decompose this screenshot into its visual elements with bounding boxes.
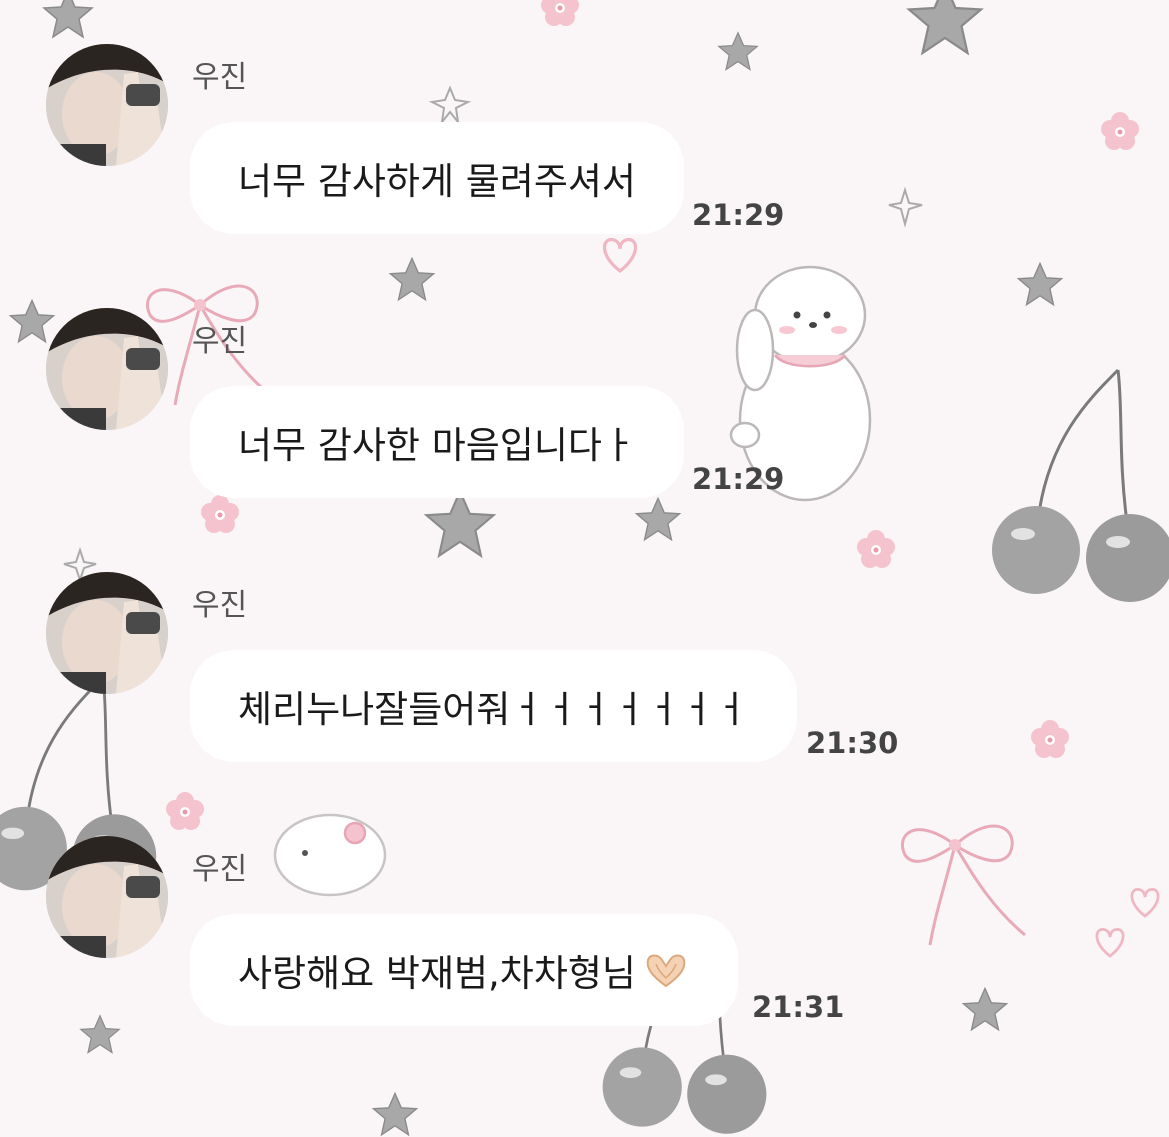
sender-name: 우진: [192, 60, 248, 95]
avatar-image: [46, 308, 168, 430]
avatar[interactable]: [46, 836, 168, 958]
avatar[interactable]: [46, 572, 168, 694]
message-bubble[interactable]: 체리누나잘들어줘ㅓㅓㅓㅓㅓㅓㅓ: [190, 650, 797, 762]
avatar-image: [46, 836, 168, 958]
message-text: 사랑해요 박재범,차차형님: [238, 952, 636, 995]
message-bubble[interactable]: 너무 감사한 마음입니다ㅏ: [190, 386, 684, 498]
avatar[interactable]: [46, 44, 168, 166]
avatar[interactable]: [46, 308, 168, 430]
message-bubble[interactable]: 너무 감사하게 물려주셔서: [190, 122, 684, 234]
sender-name: 우진: [192, 852, 248, 887]
message-time: 21:29: [692, 462, 785, 496]
message-time: 21:30: [806, 726, 899, 760]
sender-name: 우진: [192, 588, 248, 623]
heart-hands-emoji: [646, 954, 686, 988]
message-time: 21:31: [752, 990, 845, 1024]
message-time: 21:29: [692, 198, 785, 232]
sender-name: 우진: [192, 324, 248, 359]
avatar-image: [46, 44, 168, 166]
avatar-image: [46, 572, 168, 694]
message-bubble[interactable]: 사랑해요 박재범,차차형님: [190, 914, 738, 1026]
